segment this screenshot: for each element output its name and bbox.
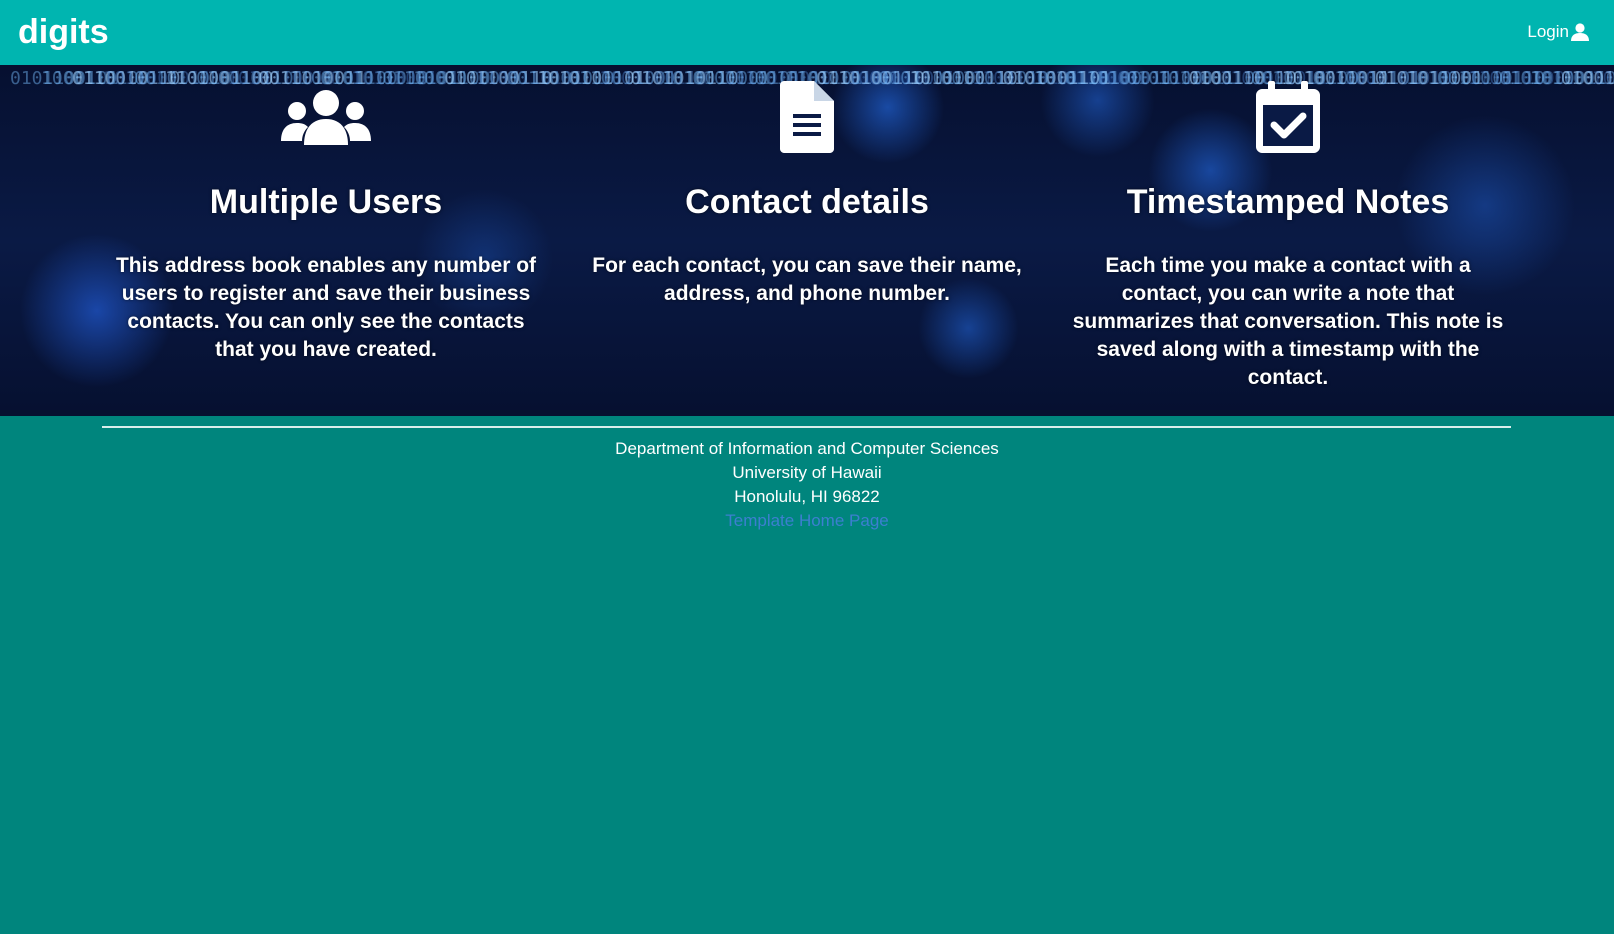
brand-logo-link[interactable]: digits: [18, 10, 109, 54]
feature-multiple-users: Multiple Users This address book enables…: [106, 65, 546, 364]
template-home-link[interactable]: Template Home Page: [725, 511, 888, 530]
feature-contact-details: Contact details For each contact, you ca…: [587, 65, 1027, 308]
feature-description: For each contact, you can save their nam…: [592, 254, 1022, 305]
footer-address: Honolulu, HI 96822: [734, 487, 880, 506]
footer: Department of Information and Computer S…: [0, 437, 1614, 533]
login-menu[interactable]: Login: [1527, 20, 1590, 44]
users-icon: [106, 79, 546, 154]
calendar-check-icon: [1068, 79, 1508, 154]
hero-banner: 0101100101 1000110100 0110010110 1011001011…: [0, 65, 1614, 416]
feature-title: Timestamped Notes: [1126, 183, 1450, 221]
footer-department: Department of Information and Computer S…: [615, 439, 999, 458]
user-icon: [1571, 23, 1589, 41]
feature-title: Contact details: [685, 183, 929, 221]
feature-description: Each time you make a contact with a cont…: [1072, 254, 1504, 389]
login-label: Login: [1527, 22, 1569, 41]
top-navbar: digits Login: [0, 0, 1614, 65]
file-text-icon: [587, 79, 1027, 154]
footer-university: University of Hawaii: [732, 463, 882, 482]
footer-divider: [102, 426, 1511, 428]
feature-timestamped-notes: Timestamped Notes Each time you make a c…: [1068, 65, 1508, 392]
feature-title: Multiple Users: [209, 183, 443, 221]
feature-description: This address book enables any number of …: [115, 254, 537, 361]
